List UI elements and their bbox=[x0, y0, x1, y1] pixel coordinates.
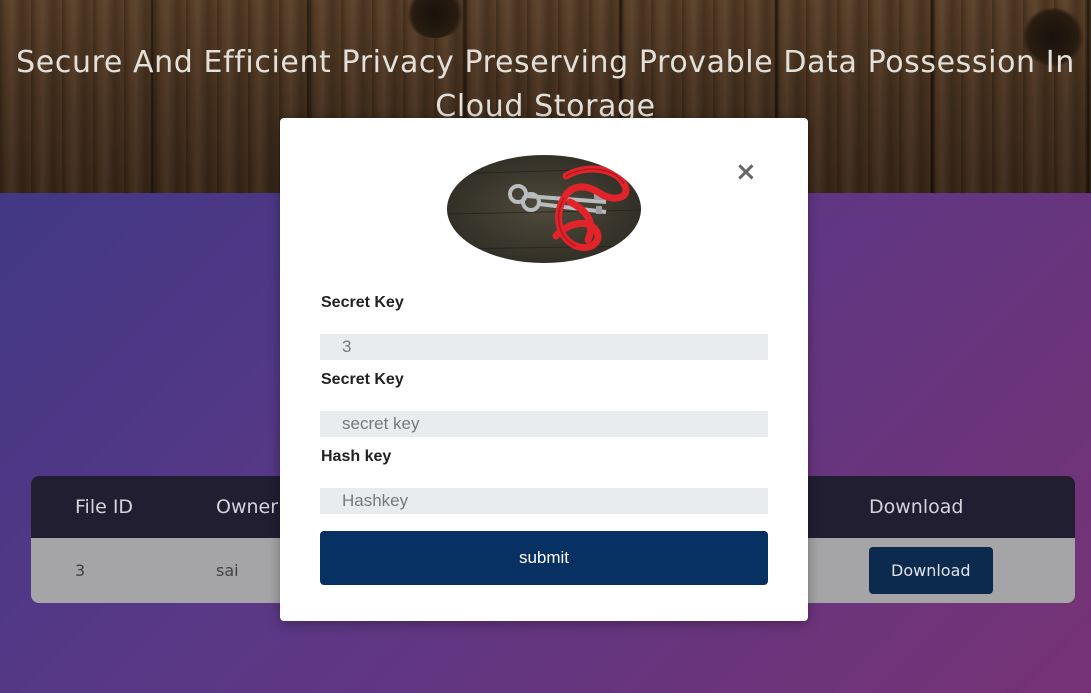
keys-logo-image bbox=[447, 155, 641, 263]
secret-key-label-2: Secret Key bbox=[321, 371, 404, 388]
secret-key-input-readonly[interactable] bbox=[320, 334, 768, 360]
key-verification-modal: × Secret Key Secret Key Hash key submit bbox=[280, 118, 808, 621]
secret-key-input[interactable] bbox=[320, 411, 768, 437]
close-icon[interactable]: × bbox=[735, 158, 757, 186]
hash-key-input[interactable] bbox=[320, 488, 768, 514]
submit-button[interactable]: submit bbox=[320, 531, 768, 585]
hash-key-label: Hash key bbox=[321, 448, 392, 465]
secret-key-label: Secret Key bbox=[321, 294, 404, 311]
